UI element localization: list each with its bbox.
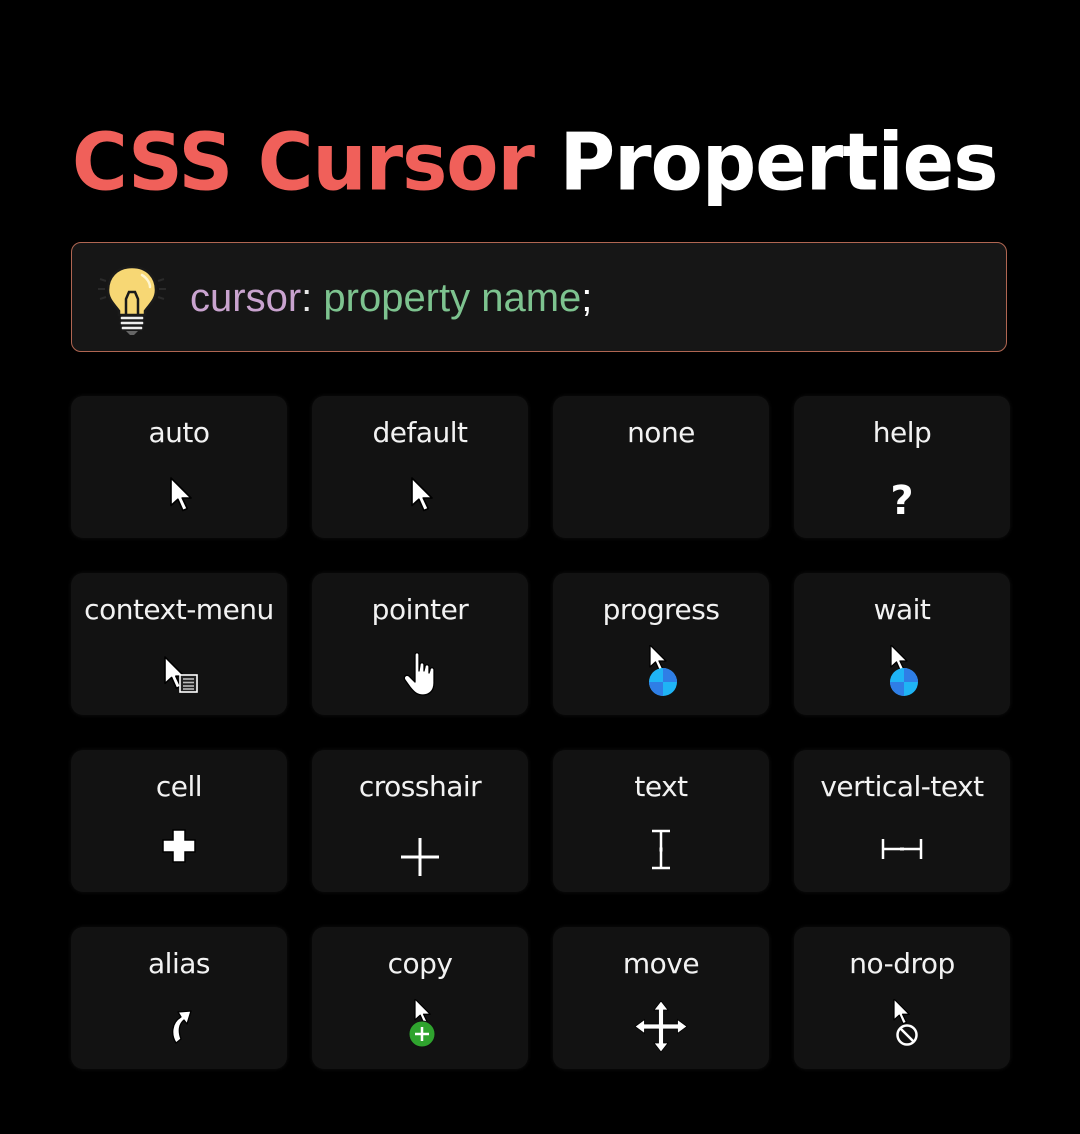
crosshair-icon xyxy=(390,822,450,878)
cursor-card-vertical-text[interactable]: vertical-text xyxy=(794,750,1010,892)
cursor-card-move[interactable]: move xyxy=(553,927,769,1069)
title-accent: CSS Cursor xyxy=(72,115,535,209)
syntax-value: property name xyxy=(312,276,582,320)
progress-icon xyxy=(631,645,691,701)
cursor-label: none xyxy=(627,416,695,449)
move-arrows-icon xyxy=(631,999,691,1055)
cursor-label: alias xyxy=(148,947,210,980)
wait-icon xyxy=(872,645,932,701)
cursor-card-default[interactable]: default xyxy=(312,396,528,538)
cursor-card-alias[interactable]: alias xyxy=(71,927,287,1069)
cursor-card-text[interactable]: text xyxy=(553,750,769,892)
cursor-label: help xyxy=(872,416,932,449)
cursor-card-copy[interactable]: copy xyxy=(312,927,528,1069)
cursor-card-wait[interactable]: wait xyxy=(794,573,1010,715)
cursor-card-no-drop[interactable]: no-drop xyxy=(794,927,1010,1069)
context-menu-icon xyxy=(149,645,209,701)
page-title: CSS Cursor Properties xyxy=(72,112,998,213)
cursor-card-pointer[interactable]: pointer xyxy=(312,573,528,715)
alias-arrow-icon xyxy=(149,999,209,1055)
cursor-label: pointer xyxy=(371,593,469,626)
i-beam-icon xyxy=(631,822,691,878)
title-main: Properties xyxy=(559,115,998,209)
arrow-pointer-icon xyxy=(149,468,209,524)
cursor-card-none[interactable]: none xyxy=(553,396,769,538)
cursor-card-auto[interactable]: auto xyxy=(71,396,287,538)
hand-pointer-icon xyxy=(390,645,450,701)
cursor-label: auto xyxy=(148,416,210,449)
syntax-code: cursor: property name; xyxy=(190,273,592,323)
vertical-text-icon xyxy=(872,822,932,878)
cursor-card-help[interactable]: help? xyxy=(794,396,1010,538)
question-mark-icon: ? xyxy=(872,468,932,524)
cell-plus-icon xyxy=(149,822,209,878)
cursor-label: move xyxy=(622,947,700,980)
cursor-label: crosshair xyxy=(358,770,482,803)
cursor-label: copy xyxy=(387,947,453,980)
syntax-colon: : xyxy=(301,276,313,320)
syntax-callout: cursor: property name; xyxy=(71,242,1007,352)
syntax-semicolon: ; xyxy=(581,276,593,320)
cursor-card-cell[interactable]: cell xyxy=(71,750,287,892)
cursor-label: no-drop xyxy=(849,947,955,980)
cursor-card-crosshair[interactable]: crosshair xyxy=(312,750,528,892)
copy-plus-icon xyxy=(390,999,450,1055)
cursor-label: context-menu xyxy=(84,593,274,626)
cursor-label: text xyxy=(634,770,688,803)
syntax-keyword: cursor xyxy=(190,276,302,320)
arrow-pointer-icon xyxy=(390,468,450,524)
svg-text:?: ? xyxy=(890,478,913,524)
cursor-card-progress[interactable]: progress xyxy=(553,573,769,715)
cursor-grid: auto default none help? context-menu pointer p… xyxy=(71,396,1010,1069)
lightbulb-icon xyxy=(94,259,170,337)
cursor-label: vertical-text xyxy=(820,770,984,803)
cursor-label: cell xyxy=(155,770,203,803)
no-drop-icon xyxy=(872,999,932,1055)
cursor-card-context-menu[interactable]: context-menu xyxy=(71,573,287,715)
cursor-label: progress xyxy=(602,593,720,626)
cursor-label: default xyxy=(372,416,468,449)
cursor-label: wait xyxy=(873,593,931,626)
